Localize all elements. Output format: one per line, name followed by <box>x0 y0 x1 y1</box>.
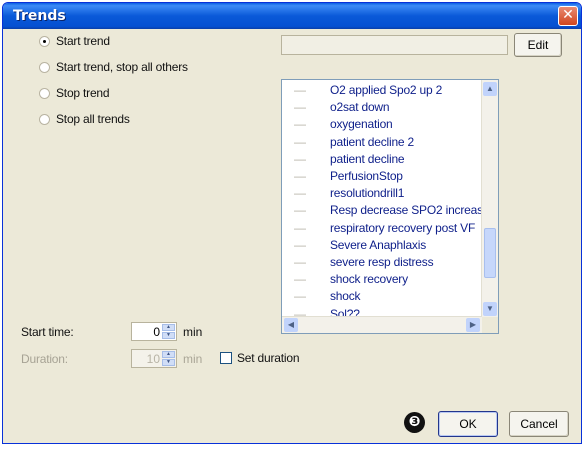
radio-label: Start trend <box>56 34 110 48</box>
list-item-label: Severe Anaphlaxis <box>330 237 426 252</box>
list-item[interactable]: — respiratory recovery post VF <box>282 220 482 237</box>
set-duration-checkbox[interactable] <box>220 352 232 364</box>
list-item[interactable]: — o2sat down <box>282 99 482 116</box>
duration-spinner[interactable]: 10 ▲ ▼ <box>131 349 177 368</box>
scroll-down-icon[interactable]: ▼ <box>483 302 497 316</box>
spin-down-icon[interactable]: ▼ <box>162 359 175 366</box>
close-icon: ✕ <box>562 7 574 23</box>
radio-label: Stop trend <box>56 86 110 100</box>
list-item-label: oxygenation <box>330 117 393 132</box>
list-item-label: o2sat down <box>330 100 390 115</box>
tree-line-icon: — <box>294 169 306 183</box>
spin-up-icon[interactable]: ▲ <box>162 324 175 331</box>
tree-line-icon: — <box>294 203 306 218</box>
list-item-label: shock <box>330 289 361 304</box>
edit-button[interactable]: Edit <box>514 33 562 57</box>
tree-line-icon: — <box>294 186 306 201</box>
tree-line-icon: — <box>294 289 306 304</box>
radio-button-icon[interactable] <box>39 113 50 125</box>
list-item[interactable]: — oxygenation <box>282 116 482 133</box>
start-time-label: Start time: <box>21 325 74 339</box>
trends-dialog: Trends ✕ Start trend Start trend, stop a… <box>2 2 582 444</box>
dialog-title: Trends <box>13 8 66 24</box>
close-button[interactable]: ✕ <box>558 6 578 26</box>
list-item-label: patient decline 2 <box>330 134 414 149</box>
radio-stop-all-trends[interactable]: Stop all trends <box>39 111 130 127</box>
radio-start-trend-stop-others[interactable]: Start trend, stop all others <box>39 59 188 75</box>
duration-unit: min <box>183 352 203 366</box>
list-item[interactable]: — patient decline <box>282 151 482 168</box>
list-item[interactable]: — Severe Anaphlaxis <box>282 237 482 254</box>
title-bar[interactable]: Trends ✕ <box>3 3 581 29</box>
list-item-label: severe resp distress <box>330 255 434 269</box>
tree-line-icon: — <box>294 100 306 115</box>
spin-up-icon[interactable]: ▲ <box>162 351 175 358</box>
scroll-right-icon[interactable]: ▶ <box>466 318 480 332</box>
scroll-corner <box>482 317 498 333</box>
list-item[interactable]: — patient decline 2 <box>282 134 482 151</box>
list-item[interactable]: — severe resp distress <box>282 254 482 271</box>
list-item-label: resolutiondrill1 <box>330 186 405 201</box>
radio-start-trend[interactable]: Start trend <box>39 33 110 49</box>
duration-value[interactable]: 10 <box>147 352 160 366</box>
radio-stop-trend[interactable]: Stop trend <box>39 85 110 101</box>
list-item[interactable]: — shock recovery <box>282 271 482 288</box>
list-item-label: Resp decrease SPO2 increas <box>330 203 482 218</box>
horizontal-scrollbar[interactable]: ◀ ▶ <box>282 316 482 333</box>
list-item-label: respiratory recovery post VF <box>330 220 476 235</box>
tree-line-icon: — <box>294 117 306 132</box>
list-item-label: shock recovery <box>330 272 408 287</box>
radio-button-icon[interactable] <box>39 35 50 47</box>
tree-line-icon: — <box>294 220 306 235</box>
tree-line-icon: — <box>294 134 306 149</box>
start-time-spinner[interactable]: 0 ▲ ▼ <box>131 322 177 341</box>
list-item[interactable]: — resolutiondrill1 <box>282 185 482 202</box>
tree-line-icon: — <box>294 83 306 97</box>
radio-button-icon[interactable] <box>39 61 50 73</box>
scroll-up-icon[interactable]: ▲ <box>483 82 497 96</box>
list-item-label: patient decline <box>330 151 405 166</box>
tree-line-icon: — <box>294 272 306 287</box>
step-callout-badge: ❸ <box>404 412 425 433</box>
list-item[interactable]: — PerfusionStop <box>282 168 482 185</box>
list-item[interactable]: — O2 applied Spo2 up 2 <box>282 82 482 99</box>
scroll-left-icon[interactable]: ◀ <box>284 318 298 332</box>
tree-line-icon: — <box>294 151 306 166</box>
list-item-label: PerfusionStop <box>330 169 403 183</box>
duration-label: Duration: <box>21 352 68 366</box>
radio-label: Stop all trends <box>56 112 130 126</box>
ok-button[interactable]: OK <box>438 411 498 437</box>
list-item-label: O2 applied Spo2 up 2 <box>330 83 443 97</box>
radio-label: Start trend, stop all others <box>56 60 188 74</box>
scroll-thumb[interactable] <box>484 228 496 278</box>
start-time-value[interactable]: 0 <box>153 325 160 339</box>
set-duration-label: Set duration <box>237 351 300 365</box>
tree-line-icon: — <box>294 255 306 269</box>
spin-down-icon[interactable]: ▼ <box>162 332 175 339</box>
start-time-unit: min <box>183 325 203 339</box>
radio-button-icon[interactable] <box>39 87 50 99</box>
trend-list[interactable]: — O2 applied Spo2 up 2 — o2sat down — oxygena… <box>281 79 499 334</box>
list-item[interactable]: — Resp decrease SPO2 increas <box>282 202 482 219</box>
trend-name-field[interactable] <box>281 35 508 55</box>
vertical-scrollbar[interactable]: ▲ ▼ <box>481 80 498 318</box>
cancel-button[interactable]: Cancel <box>509 411 569 437</box>
list-item[interactable]: — shock <box>282 288 482 305</box>
tree-line-icon: — <box>294 237 306 252</box>
